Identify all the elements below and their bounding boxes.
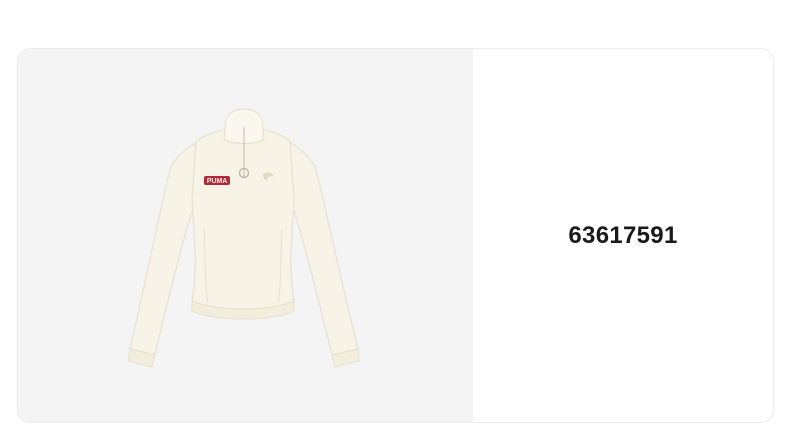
product-id-label: 63617591	[568, 221, 678, 249]
sweatshirt-illustration: PUMA	[127, 108, 360, 368]
product-image[interactable]: PUMA	[18, 49, 473, 422]
chest-logo-text: PUMA	[207, 178, 228, 185]
product-info: 63617591	[473, 49, 773, 422]
product-card[interactable]: PUMA 63617591	[17, 48, 774, 423]
